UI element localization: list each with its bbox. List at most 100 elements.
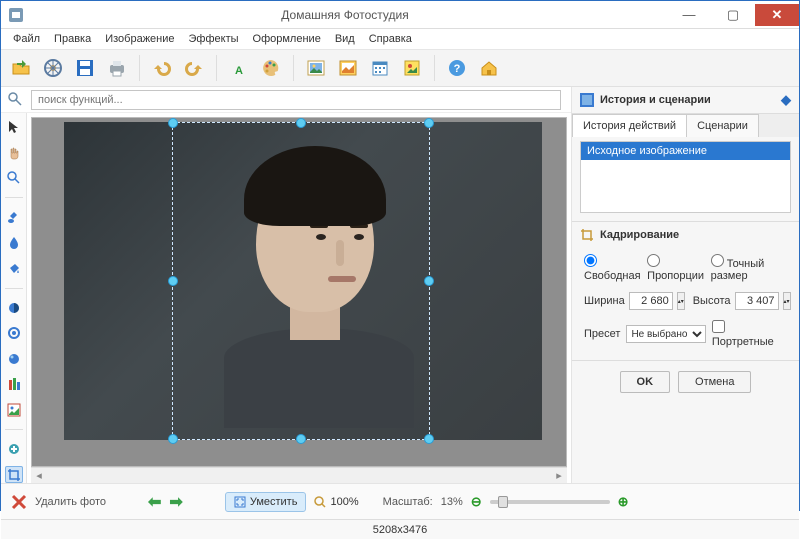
radio-ratio[interactable]: Пропорции bbox=[647, 254, 707, 282]
calendar-button[interactable] bbox=[366, 54, 394, 82]
svg-text:A: A bbox=[235, 65, 243, 77]
zoom-slider[interactable] bbox=[490, 500, 610, 504]
height-label: Высота bbox=[693, 295, 731, 307]
h-scrollbar[interactable]: ◂ ▸ bbox=[31, 467, 567, 483]
brush-tool[interactable] bbox=[5, 209, 23, 225]
zoom-in-button[interactable]: ⊕ bbox=[618, 494, 629, 510]
tab-scenarios[interactable]: Сценарии bbox=[686, 114, 759, 137]
radio-free[interactable]: Свободная bbox=[584, 254, 643, 282]
close-button[interactable]: ✕ bbox=[755, 4, 799, 26]
undo-button[interactable] bbox=[148, 54, 176, 82]
open-button[interactable] bbox=[7, 54, 35, 82]
right-panel: История действий Сценарии Исходное изобр… bbox=[571, 113, 799, 483]
zoom-value: 13% bbox=[441, 496, 463, 508]
bucket-tool[interactable] bbox=[5, 260, 23, 276]
fit-button[interactable]: Уместить bbox=[225, 492, 307, 512]
portrait-check[interactable]: Портретные bbox=[712, 320, 787, 348]
collapse-icon[interactable]: ◆ bbox=[781, 92, 791, 108]
menu-edit[interactable]: Правка bbox=[48, 31, 97, 47]
menu-view[interactable]: Вид bbox=[329, 31, 361, 47]
handle-ml[interactable] bbox=[168, 276, 178, 286]
preset-label: Пресет bbox=[584, 328, 620, 340]
handle-tl[interactable] bbox=[168, 118, 178, 128]
scroll-right-icon[interactable]: ▸ bbox=[551, 468, 567, 483]
search-icon bbox=[7, 91, 25, 109]
handle-br[interactable] bbox=[424, 434, 434, 444]
crop-tool[interactable] bbox=[5, 466, 23, 483]
levels-tool[interactable] bbox=[5, 376, 23, 392]
menu-effects[interactable]: Эффекты bbox=[183, 31, 245, 47]
history-list[interactable]: Исходное изображение bbox=[580, 141, 791, 213]
history-item[interactable]: Исходное изображение bbox=[581, 142, 790, 160]
handle-tc[interactable] bbox=[296, 118, 306, 128]
main-toolbar: A ? bbox=[1, 49, 799, 87]
canvas[interactable] bbox=[31, 117, 567, 467]
help-button[interactable]: ? bbox=[443, 54, 471, 82]
zoom-100-button[interactable]: 100% bbox=[314, 496, 358, 508]
cancel-button[interactable]: Отмена bbox=[678, 371, 751, 393]
image1-button[interactable] bbox=[302, 54, 330, 82]
zoom-tool[interactable] bbox=[5, 170, 23, 186]
save-button[interactable] bbox=[71, 54, 99, 82]
brightness-tool[interactable] bbox=[5, 300, 23, 316]
image-dimensions: 5208x3476 bbox=[373, 524, 427, 536]
crop-selection[interactable] bbox=[172, 122, 430, 440]
statusbar: 5208x3476 bbox=[1, 519, 799, 539]
pointer-tool[interactable] bbox=[5, 119, 23, 135]
ok-button[interactable]: OK bbox=[620, 371, 671, 393]
width-input[interactable] bbox=[629, 292, 673, 310]
search-input[interactable] bbox=[31, 90, 561, 110]
app-icon bbox=[9, 8, 23, 22]
home-button[interactable] bbox=[475, 54, 503, 82]
menu-image[interactable]: Изображение bbox=[99, 31, 180, 47]
heal-tool[interactable] bbox=[5, 441, 23, 457]
tools-toolbar bbox=[1, 113, 27, 483]
palette-button[interactable] bbox=[257, 54, 285, 82]
menu-decor[interactable]: Оформление bbox=[247, 31, 327, 47]
minimize-button[interactable]: — bbox=[667, 4, 711, 26]
height-input[interactable] bbox=[735, 292, 779, 310]
menubar: Файл Правка Изображение Эффекты Оформлен… bbox=[1, 29, 799, 49]
handle-bl[interactable] bbox=[168, 434, 178, 444]
slider-thumb[interactable] bbox=[498, 496, 508, 508]
menu-help[interactable]: Справка bbox=[363, 31, 418, 47]
window-title: Домашняя Фотостудия bbox=[23, 8, 667, 22]
wheel-button[interactable] bbox=[39, 54, 67, 82]
titlebar: Домашняя Фотостудия — ▢ ✕ bbox=[1, 1, 799, 29]
drop-tool[interactable] bbox=[5, 235, 23, 251]
svg-text:?: ? bbox=[454, 63, 461, 75]
crop-icon bbox=[580, 228, 594, 242]
maximize-button[interactable]: ▢ bbox=[711, 4, 755, 26]
bottom-bar: Удалить фото ⬅ ➡ Уместить 100% Масштаб: … bbox=[1, 483, 799, 519]
handle-mr[interactable] bbox=[424, 276, 434, 286]
effect2-tool[interactable] bbox=[5, 351, 23, 367]
width-label: Ширина bbox=[584, 295, 625, 307]
image2-button[interactable] bbox=[334, 54, 362, 82]
delete-icon[interactable] bbox=[11, 494, 27, 510]
menu-file[interactable]: Файл bbox=[7, 31, 46, 47]
preset-select[interactable]: Не выбрано bbox=[626, 325, 705, 343]
tab-history[interactable]: История действий bbox=[572, 114, 687, 137]
filter-tool[interactable] bbox=[5, 402, 23, 418]
handle-tr[interactable] bbox=[424, 118, 434, 128]
print-button[interactable] bbox=[103, 54, 131, 82]
stamp-button[interactable] bbox=[398, 54, 426, 82]
delete-label[interactable]: Удалить фото bbox=[35, 496, 106, 508]
zoom-out-button[interactable]: ⊖ bbox=[471, 494, 482, 510]
width-spinner[interactable]: ▴▾ bbox=[677, 292, 685, 310]
scroll-left-icon[interactable]: ◂ bbox=[31, 468, 47, 483]
text-button[interactable]: A bbox=[225, 54, 253, 82]
redo-button[interactable] bbox=[180, 54, 208, 82]
hand-tool[interactable] bbox=[5, 144, 23, 160]
height-spinner[interactable]: ▴▾ bbox=[783, 292, 791, 310]
canvas-area: ◂ ▸ bbox=[27, 113, 571, 483]
panel-title: История и сценарии bbox=[600, 94, 711, 106]
effect1-tool[interactable] bbox=[5, 325, 23, 341]
radio-exact[interactable]: Точный размер bbox=[711, 254, 787, 282]
next-button[interactable]: ➡ bbox=[169, 492, 182, 512]
prev-button[interactable]: ⬅ bbox=[148, 492, 161, 512]
crop-title: Кадрирование bbox=[600, 229, 679, 241]
zoom-label: Масштаб: bbox=[383, 496, 433, 508]
history-icon bbox=[580, 93, 594, 107]
handle-bc[interactable] bbox=[296, 434, 306, 444]
